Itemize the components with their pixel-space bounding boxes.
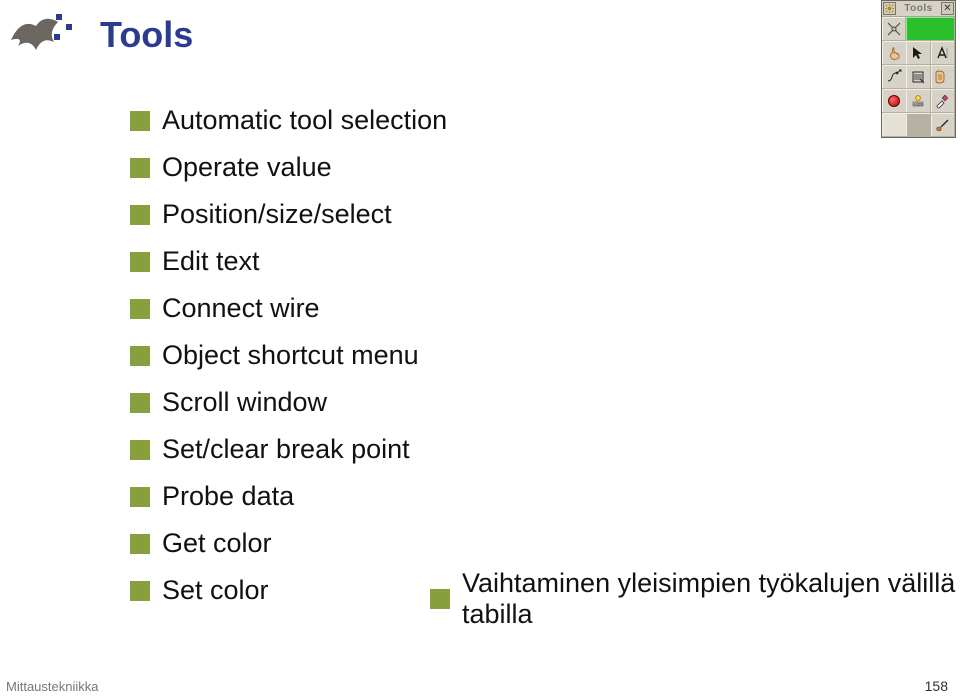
note-list: Vaihtaminen yleisimpien työkalujen välil… — [430, 568, 960, 630]
green-run-button[interactable] — [906, 17, 955, 41]
bullet-icon — [130, 111, 150, 131]
arrow-cursor-icon[interactable] — [906, 41, 930, 65]
page-title: Tools — [100, 14, 193, 56]
list-item-label: Operate value — [162, 152, 332, 183]
set-color-brush-icon[interactable] — [931, 113, 955, 137]
footer-left-text: Mittaustekniikka — [6, 679, 98, 694]
list-item: Get color — [130, 528, 447, 559]
list-item-label: Edit text — [162, 246, 260, 277]
list-item-label: Connect wire — [162, 293, 320, 324]
list-item: Vaihtaminen yleisimpien työkalujen välil… — [430, 568, 960, 630]
bullet-icon — [130, 440, 150, 460]
list-item-label: Set color — [162, 575, 269, 606]
bullet-icon — [130, 393, 150, 413]
bullet-icon — [130, 581, 150, 601]
list-item: Scroll window — [130, 387, 447, 418]
list-item: Set/clear break point — [130, 434, 447, 465]
bullet-icon — [130, 158, 150, 178]
list-item-label: Vaihtaminen yleisimpien työkalujen välil… — [462, 568, 960, 630]
palette-menu-icon[interactable] — [883, 2, 896, 15]
bullet-icon — [130, 487, 150, 507]
list-item-label: Set/clear break point — [162, 434, 410, 465]
svg-text:+129: +129 — [913, 101, 923, 106]
bullet-icon — [430, 589, 450, 609]
list-item: Edit text — [130, 246, 447, 277]
list-item: Object shortcut menu — [130, 340, 447, 371]
page-number: 158 — [925, 678, 948, 694]
bullet-icon — [130, 299, 150, 319]
flame-logo — [6, 8, 78, 68]
scroll-window-icon[interactable] — [931, 65, 955, 89]
palette-title: Tools — [904, 3, 932, 14]
list-item: Position/size/select — [130, 199, 447, 230]
list-item: Operate value — [130, 152, 447, 183]
probe-data-icon[interactable]: +129 — [906, 89, 930, 113]
list-item: Automatic tool selection — [130, 105, 447, 136]
breakpoint-icon[interactable] — [882, 89, 906, 113]
tools-bullet-list: Automatic tool selection Operate value P… — [130, 105, 447, 622]
list-item: Set color — [130, 575, 447, 606]
palette-grid: +129 — [882, 17, 955, 137]
list-item-label: Get color — [162, 528, 272, 559]
list-item: Probe data — [130, 481, 447, 512]
shortcut-menu-icon[interactable] — [906, 65, 930, 89]
bullet-icon — [130, 346, 150, 366]
list-item-label: Scroll window — [162, 387, 327, 418]
connect-wire-icon[interactable] — [882, 65, 906, 89]
operate-finger-icon[interactable] — [882, 41, 906, 65]
get-color-dropper-icon[interactable] — [931, 89, 955, 113]
list-item-label: Probe data — [162, 481, 294, 512]
close-icon[interactable]: ✕ — [941, 2, 954, 15]
automatic-tool-icon[interactable] — [882, 17, 906, 41]
palette-titlebar[interactable]: Tools ✕ — [882, 1, 955, 17]
list-item-label: Position/size/select — [162, 199, 392, 230]
edit-text-icon[interactable] — [931, 41, 955, 65]
list-item-label: Object shortcut menu — [162, 340, 419, 371]
bullet-icon — [130, 534, 150, 554]
list-item-label: Automatic tool selection — [162, 105, 447, 136]
bullet-icon — [130, 205, 150, 225]
tools-palette[interactable]: Tools ✕ +129 — [881, 0, 956, 138]
list-item: Connect wire — [130, 293, 447, 324]
color-swatch-a[interactable] — [882, 113, 906, 137]
bullet-icon — [130, 252, 150, 272]
color-swatch-b[interactable] — [906, 113, 930, 137]
